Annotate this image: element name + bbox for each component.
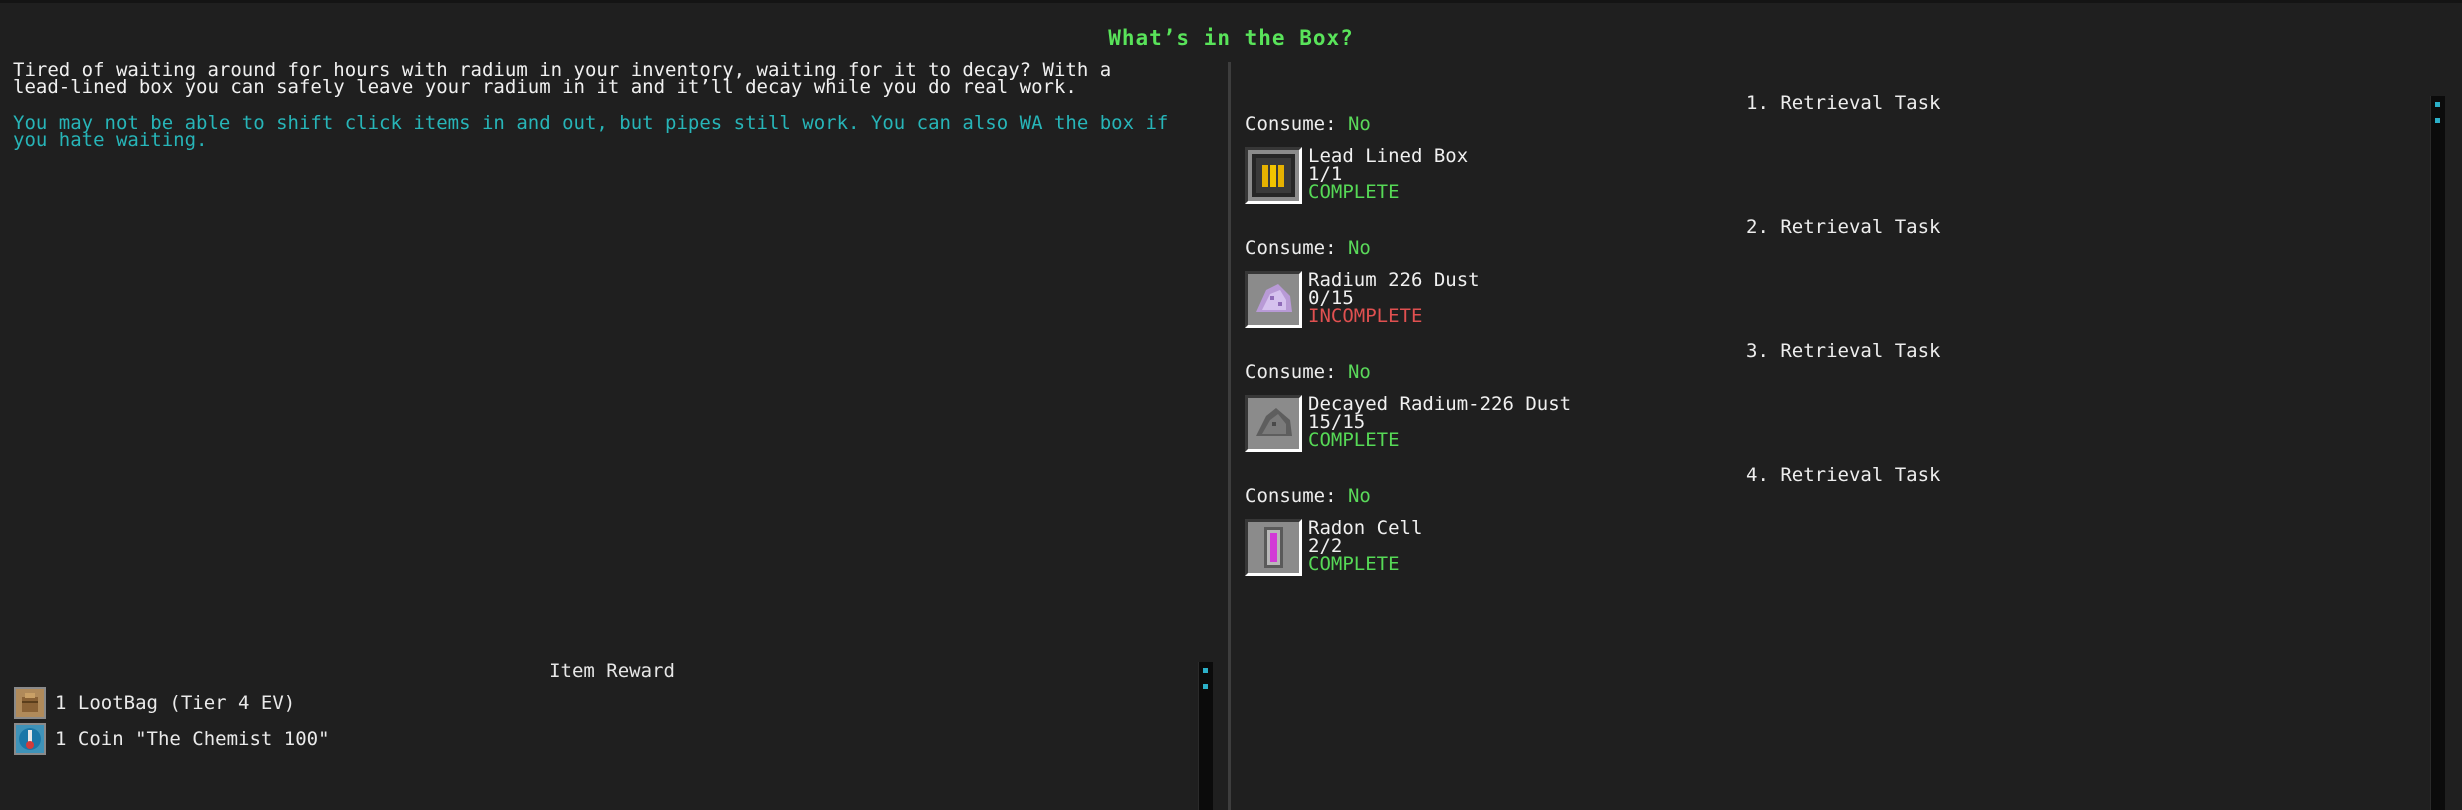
reward-title: Item Reward: [549, 660, 675, 682]
consume-value: No: [1347, 485, 1371, 507]
lootbag-icon: [14, 687, 46, 719]
scroll-indicator: [2435, 118, 2440, 123]
reward-item[interactable]: 1 Coin "The Chemist 100": [14, 722, 914, 756]
consume-label: Consume:: [1245, 361, 1337, 383]
task-status: COMPLETE: [1308, 553, 1400, 575]
pane-divider: [1228, 62, 1231, 810]
consume-value: No: [1347, 361, 1371, 383]
consume-flag: Consume: No: [1245, 485, 1371, 507]
quest-note: You may not be able to shift click items…: [13, 112, 1169, 151]
quest-title: What’s in the Box?: [1108, 26, 1354, 50]
consume-label: Consume:: [1245, 113, 1337, 135]
reward-item-label: 1 Coin "The Chemist 100": [55, 728, 330, 750]
consume-flag: Consume: No: [1245, 113, 1371, 135]
reward-item-label: 1 LootBag (Tier 4 EV): [55, 692, 296, 714]
task-heading: 1. Retrieval Task: [1746, 92, 1941, 114]
scroll-indicator: [1203, 668, 1208, 673]
quest-description: Tired of waiting around for hours with r…: [13, 59, 1112, 98]
task-status: COMPLETE: [1308, 181, 1400, 203]
coin-icon: [14, 723, 46, 755]
consume-label: Consume:: [1245, 237, 1337, 259]
scroll-indicator: [2435, 102, 2440, 107]
consume-label: Consume:: [1245, 485, 1337, 507]
consume-value: No: [1347, 237, 1371, 259]
task-item[interactable]: Lead Lined Box 1/1 COMPLETE: [1245, 147, 1845, 207]
radium-dust-icon: [1245, 271, 1302, 328]
reward-scrollbar[interactable]: [1198, 662, 1213, 810]
consume-value: No: [1347, 113, 1371, 135]
consume-flag: Consume: No: [1245, 237, 1371, 259]
decayed-dust-icon: [1245, 395, 1302, 452]
scroll-indicator: [1203, 684, 1208, 689]
task-status: INCOMPLETE: [1308, 305, 1423, 327]
task-heading: 3. Retrieval Task: [1746, 340, 1941, 362]
task-status: COMPLETE: [1308, 429, 1400, 451]
task-item[interactable]: Radon Cell 2/2 COMPLETE: [1245, 519, 1845, 579]
top-edge: [0, 0, 2462, 3]
tasks-scrollbar[interactable]: [2430, 96, 2445, 810]
task-item[interactable]: Decayed Radium-226 Dust 15/15 COMPLETE: [1245, 395, 1845, 455]
task-heading: 2. Retrieval Task: [1746, 216, 1941, 238]
radon-cell-icon: [1245, 519, 1302, 576]
task-item[interactable]: Radium 226 Dust 0/15 INCOMPLETE: [1245, 271, 1845, 331]
consume-flag: Consume: No: [1245, 361, 1371, 383]
lead-lined-box-icon: [1245, 147, 1302, 204]
task-heading: 4. Retrieval Task: [1746, 464, 1941, 486]
reward-item[interactable]: 1 LootBag (Tier 4 EV): [14, 686, 914, 720]
